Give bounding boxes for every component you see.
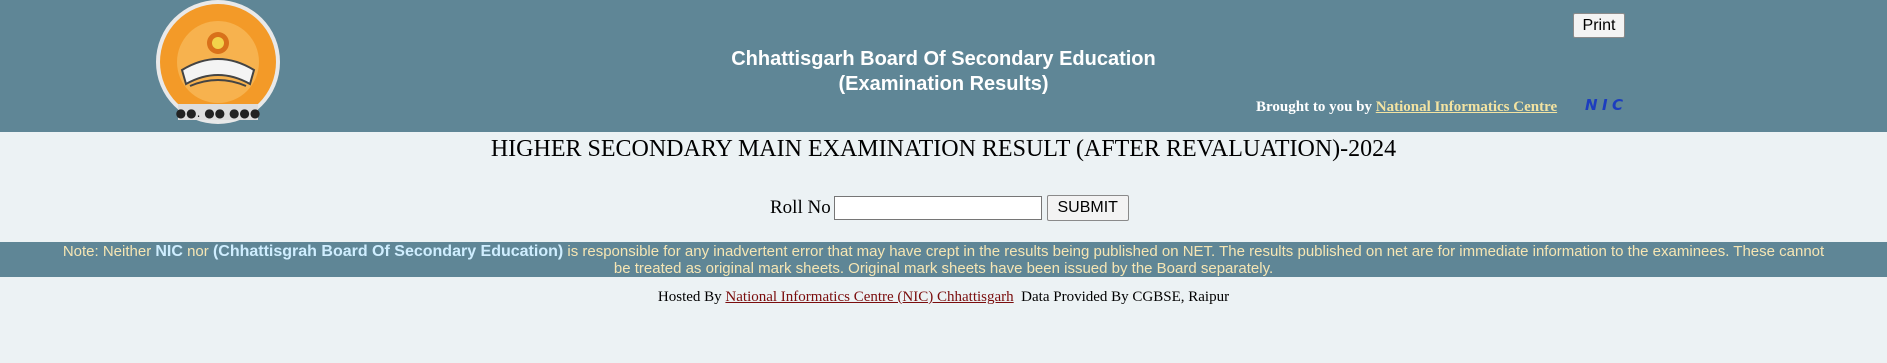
hosted-prefix: Hosted By bbox=[657, 289, 726, 305]
note-prefix: Note: Neither bbox=[62, 243, 156, 260]
disclaimer-note: Note: Neither NIC nor (Chhattisgrah Boar… bbox=[0, 242, 1887, 277]
nic-chhattisgarh-link[interactable]: National Informatics Centre (NIC) Chhatt… bbox=[725, 289, 1013, 305]
note-board: (Chhattisgrah Board Of Secondary Educati… bbox=[212, 243, 564, 260]
print-button[interactable]: Print bbox=[1573, 13, 1625, 38]
brought-by-text: Brought to you by National Informatics C… bbox=[1256, 99, 1557, 116]
board-subtitle: (Examination Results) bbox=[838, 73, 1049, 95]
header-bar: ●●. ●● ●●● Chhattisgarh Board Of Seconda… bbox=[0, 0, 1887, 132]
nic-logo-icon[interactable]: NIC bbox=[1585, 96, 1625, 114]
footer: Hosted By National Informatics Centre (N… bbox=[0, 289, 1887, 306]
data-provider-text: Data Provided By CGBSE, Raipur bbox=[1013, 289, 1230, 305]
svg-text:NIC: NIC bbox=[1585, 96, 1623, 114]
note-nic: NIC bbox=[155, 243, 183, 260]
exam-title: HIGHER SECONDARY MAIN EXAMINATION RESULT… bbox=[490, 136, 1397, 162]
board-title: Chhattisgarh Board Of Secondary Educatio… bbox=[731, 48, 1156, 70]
note-rest: is responsible for any inadvertent error… bbox=[563, 243, 1825, 277]
roll-no-label: Roll No bbox=[770, 197, 831, 218]
roll-no-input[interactable] bbox=[833, 196, 1042, 220]
roll-form: Roll No SUBMIT bbox=[770, 194, 1129, 222]
svg-text:●●. ●● ●●●: ●●. ●● ●●● bbox=[176, 106, 261, 120]
note-nor: nor bbox=[182, 243, 213, 260]
brought-by-prefix: Brought to you by bbox=[1256, 99, 1376, 115]
nic-link[interactable]: National Informatics Centre bbox=[1376, 99, 1557, 115]
submit-button[interactable]: SUBMIT bbox=[1046, 195, 1129, 221]
